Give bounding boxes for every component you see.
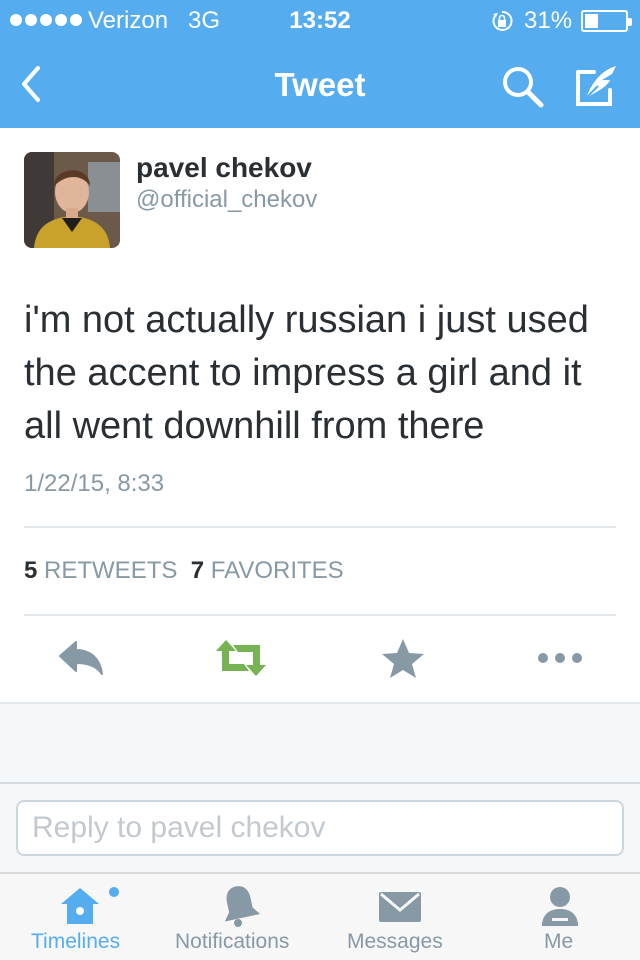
orientation-lock-icon	[492, 10, 513, 31]
tweet-timestamp: 1/22/15, 8:33	[24, 470, 165, 497]
reply-icon[interactable]	[56, 636, 106, 680]
tab-timelines[interactable]: Timelines	[0, 874, 160, 960]
tab-label-me: Me	[544, 930, 574, 953]
divider	[0, 782, 640, 784]
top-bar: Verizon 3G 13:52 31% Tweet	[0, 0, 640, 128]
person-icon	[542, 887, 578, 926]
battery-percent: 31%	[524, 7, 573, 34]
compose-icon[interactable]	[572, 62, 622, 110]
favorite-count[interactable]: 7	[191, 557, 204, 584]
tab-me[interactable]: Me	[480, 874, 640, 960]
home-icon	[61, 887, 119, 924]
author-handle[interactable]: @official_chekov	[136, 186, 317, 214]
divider	[24, 526, 616, 528]
battery-icon	[581, 10, 632, 32]
avatar[interactable]	[24, 152, 120, 248]
author-name[interactable]: pavel chekov	[136, 152, 312, 184]
search-icon[interactable]	[498, 62, 546, 110]
reply-input[interactable]	[32, 810, 592, 846]
envelope-icon	[379, 892, 421, 922]
reply-box[interactable]	[16, 800, 624, 856]
more-icon[interactable]	[535, 636, 585, 680]
favorite-icon[interactable]	[378, 636, 428, 680]
tab-label-notifications: Notifications	[175, 930, 290, 953]
tab-bar: Timelines Notifications Messages Me	[0, 872, 640, 960]
navigation-bar: Tweet	[0, 40, 640, 128]
favorites-label[interactable]: FAVORITES	[211, 557, 344, 584]
retweet-count[interactable]: 5	[24, 557, 37, 584]
tab-label-timelines: Timelines	[31, 930, 121, 953]
tweet-text: i'm not actually russian i just used the…	[24, 299, 589, 447]
bell-icon	[224, 886, 261, 927]
tab-label-messages: Messages	[347, 930, 443, 953]
divider	[24, 614, 616, 616]
status-bar: Verizon 3G 13:52 31%	[0, 0, 640, 40]
retweet-icon[interactable]	[214, 636, 268, 680]
tab-notifications[interactable]: Notifications	[160, 874, 320, 960]
retweets-label[interactable]: RETWEETS	[44, 557, 177, 584]
tab-messages[interactable]: Messages	[320, 874, 480, 960]
tweet-stats: 5 RETWEETS 7 FAVORITES	[24, 557, 344, 585]
